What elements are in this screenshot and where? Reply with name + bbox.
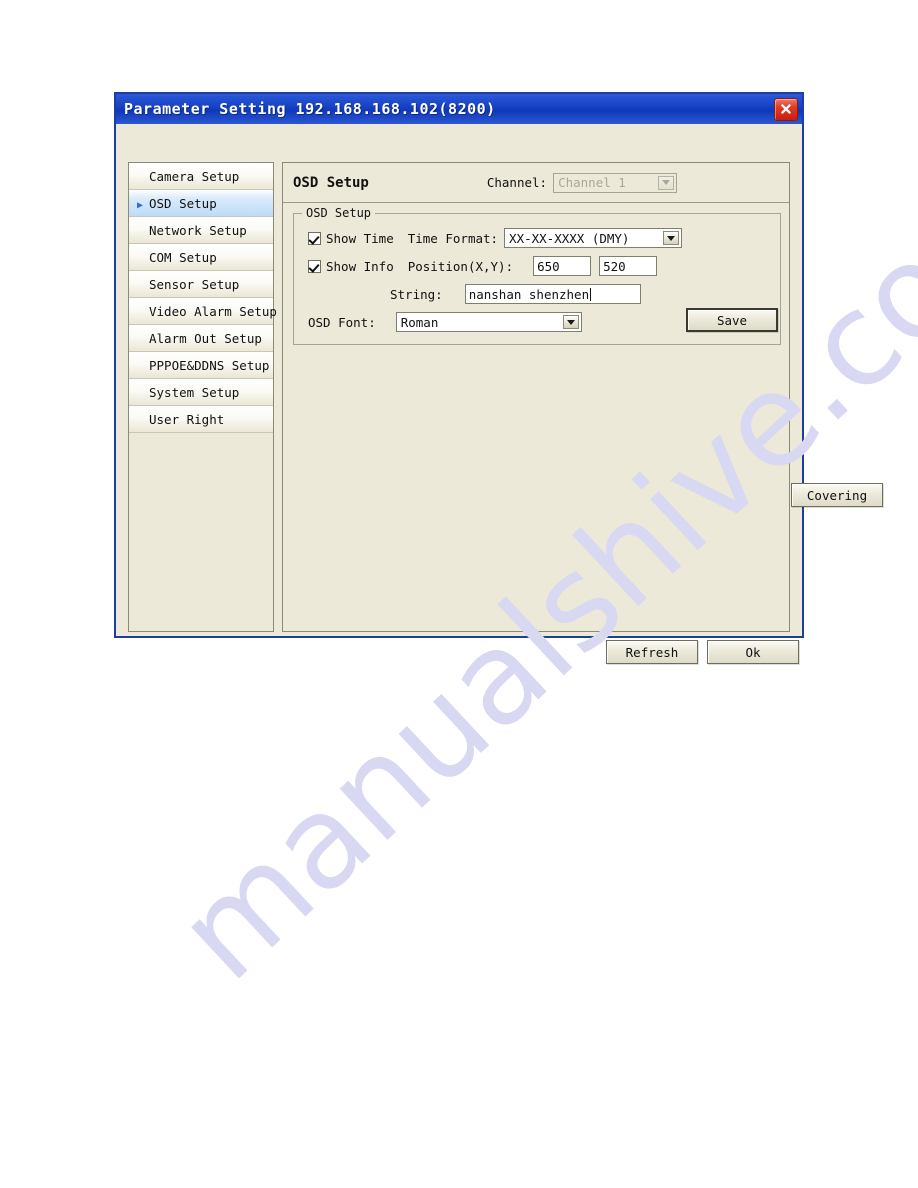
sidebar-arrow-slot: ▶ [137,196,149,211]
time-format-value: XX-XX-XXXX (DMY) [509,230,630,246]
sidebar-nav: Camera Setup ▶ OSD Setup Network Setup C… [128,162,277,632]
sidebar-item-label: Video Alarm Setup [149,303,277,319]
covering-button[interactable]: Covering [791,483,883,507]
string-label: String: [390,286,443,302]
parameter-setting-dialog: Parameter Setting 192.168.168.102(8200) … [114,92,883,664]
dialog-body: Camera Setup ▶ OSD Setup Network Setup C… [116,124,883,664]
sidebar-item-label: COM Setup [149,249,217,265]
channel-field: Channel: Channel 1 [486,172,678,193]
save-button[interactable]: Save [686,308,778,332]
content-header: OSD Setup Channel: Channel 1 [283,163,789,203]
checkbox-box [308,231,321,245]
position-y-value: 520 [603,258,626,274]
sidebar-item-label: PPPOE&DDNS Setup [149,357,270,373]
page-title: OSD Setup [293,174,369,191]
sidebar-item-label: User Right [149,411,225,427]
sidebar-item-video-alarm-setup[interactable]: Video Alarm Setup [129,298,277,325]
sidebar-item-user-right[interactable]: User Right [129,406,273,433]
channel-select-value: Channel 1 [558,175,626,190]
show-info-label: Show Info [326,258,394,274]
time-format-select[interactable]: XX-XX-XXXX (DMY) [504,228,683,248]
sidebar-item-camera-setup[interactable]: Camera Setup [129,163,273,190]
osd-font-select[interactable]: Roman [395,312,582,332]
position-x-input[interactable]: 650 [533,256,592,276]
sidebar-item-pppoe-ddns-setup[interactable]: PPPOE&DDNS Setup [129,352,273,379]
chevron-down-icon [658,175,675,190]
dialog-title: Parameter Setting 192.168.168.102(8200) [124,100,496,118]
osd-setup-groupbox-legend: OSD Setup [302,206,376,220]
sidebar-item-osd-setup[interactable]: ▶ OSD Setup [129,190,273,217]
sidebar-item-label: Camera Setup [149,168,240,184]
string-row: String: nanshan shenzhen [390,284,641,304]
refresh-button[interactable]: Refresh [606,640,698,664]
show-info-row: Show Info Position(X,Y): 650 520 [308,256,658,276]
close-icon [781,104,791,114]
dialog-titlebar: Parameter Setting 192.168.168.102(8200) [116,94,802,124]
channel-label: Channel: [486,175,548,190]
string-input[interactable]: nanshan shenzhen [464,284,641,304]
sidebar-item-label: OSD Setup [149,195,217,211]
content-panel: OSD Setup Channel: Channel 1 OSD Setup S [282,162,883,632]
sidebar-item-sensor-setup[interactable]: Sensor Setup [129,271,273,298]
close-button[interactable] [774,97,798,121]
chevron-down-icon [663,231,680,245]
show-time-checkbox[interactable]: Show Time [308,231,394,246]
osd-setup-groupbox: OSD Setup Show Time Time Format: XX-XX-X… [293,206,781,345]
sidebar-item-alarm-out-setup[interactable]: Alarm Out Setup [129,325,273,352]
show-info-checkbox[interactable]: Show Info [308,259,394,274]
position-y-input[interactable]: 520 [599,256,658,276]
sidebar-item-system-setup[interactable]: System Setup [129,379,273,406]
text-caret [590,287,592,301]
string-value: nanshan shenzhen [468,286,590,302]
sidebar-item-label: Network Setup [149,222,247,238]
osd-font-value: Roman [400,314,439,330]
sidebar-item-label: Sensor Setup [149,276,240,292]
sidebar-item-com-setup[interactable]: COM Setup [129,244,273,271]
osd-font-label: OSD Font: [308,314,376,330]
triangle-right-icon: ▶ [137,199,144,211]
position-x-value: 650 [537,258,560,274]
ok-button[interactable]: Ok [707,640,799,664]
show-time-label: Show Time [326,230,394,246]
osd-font-row: OSD Font: Roman [308,312,582,332]
sidebar-item-network-setup[interactable]: Network Setup [129,217,273,244]
sidebar-item-label: Alarm Out Setup [149,330,262,346]
time-format-label: Time Format: [407,230,499,246]
show-time-row: Show Time Time Format: XX-XX-XXXX (DMY) [308,228,683,248]
checkbox-box [308,259,321,273]
sidebar-item-label: System Setup [149,384,240,400]
chevron-down-icon [562,315,579,329]
position-label: Position(X,Y): [407,258,514,274]
channel-select[interactable]: Channel 1 [553,172,678,193]
